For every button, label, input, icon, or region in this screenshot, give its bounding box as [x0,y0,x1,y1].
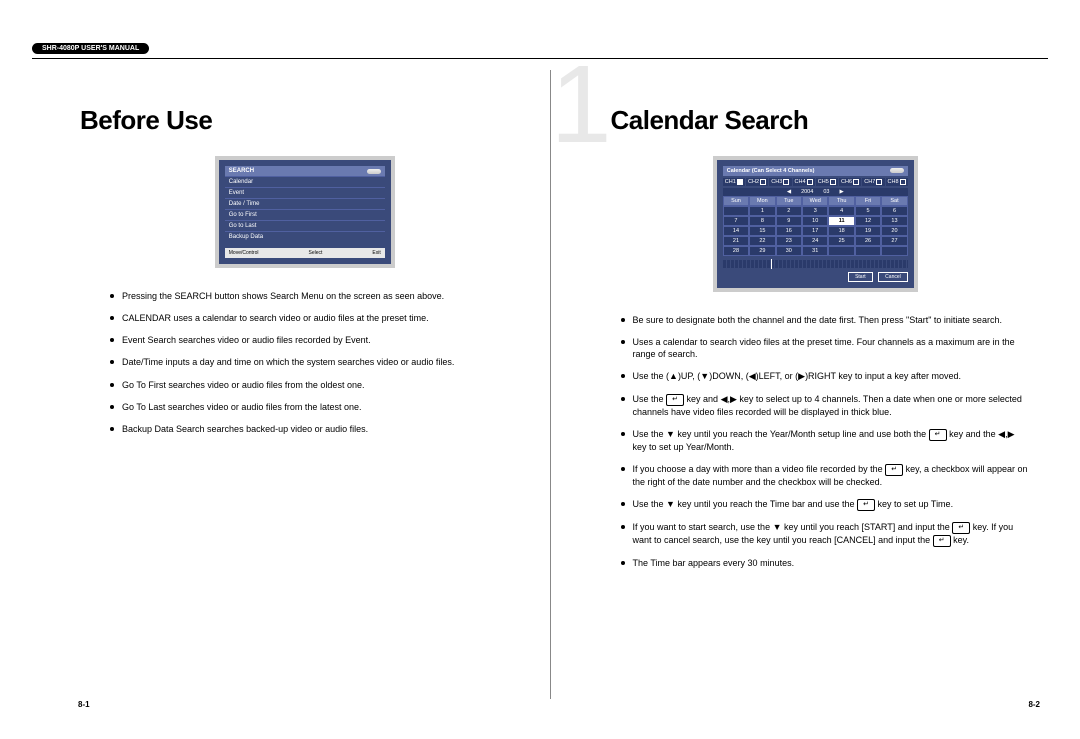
enter-key-icon: ↵ [857,499,875,511]
prev-icon: ◀ [787,189,791,195]
calendar-panel: Calendar (Can Select 4 Channels) CH1 CH2… [713,156,918,292]
next-icon: ▶ [839,189,843,195]
list-item: Event Search searches video or audio fil… [110,334,520,346]
enter-key-icon: ↵ [929,429,947,441]
enter-key-icon: ↵ [933,535,951,547]
page-number-right: 8-2 [1028,700,1040,709]
list-item: Use the ▼ key until you reach the Time b… [621,498,1031,511]
list-item: Backup Data Search searches backed-up vi… [110,423,520,435]
calendar-title: Calendar (Can Select 4 Channels) [723,166,908,176]
calendar-figure: Calendar (Can Select 4 Channels) CH1 CH2… [591,156,1041,292]
channel-row: CH1 CH2 CH3 CH4 CH5 CH6 CH7 CH8 [723,178,908,186]
menu-item: Go to First [225,209,385,220]
header-rule [32,58,1048,59]
search-menu-footer: Move/Control Select Exit [225,248,385,258]
enter-key-icon: ↵ [885,464,903,476]
list-item: Go To Last searches video or audio files… [110,401,520,413]
channel-ch6: CH6 [839,178,861,186]
time-cursor [771,259,772,269]
footer-move: Move/Control [229,250,259,256]
calendar-search-heading: Calendar Search [611,105,1041,136]
cancel-button: Cancel [878,272,908,282]
list-item: Go To First searches video or audio file… [110,379,520,391]
channel-ch5: CH5 [816,178,838,186]
calendar-grid: 1234567891011121314151617181920212223242… [723,206,908,256]
calendar-buttons: Start Cancel [723,272,908,282]
calendar-title-text: Calendar (Can Select 4 Channels) [727,168,815,174]
enter-key-icon: ↵ [666,394,684,406]
channel-ch1: CH1 [723,178,745,186]
menu-item: Calendar [225,176,385,187]
before-use-bullets: Pressing the SEARCH button shows Search … [110,290,520,435]
chapter-number: 1 [551,50,612,160]
two-column-layout: Before Use SEARCH Calendar Event Date / … [80,70,1040,699]
list-item: Pressing the SEARCH button shows Search … [110,290,520,302]
menu-item: Date / Time [225,198,385,209]
start-button: Start [848,272,873,282]
list-item: If you want to start search, use the ▼ k… [621,521,1031,547]
list-item: CALENDAR uses a calendar to search video… [110,312,520,324]
year-month-row: ◀ 2004 03 ▶ [723,188,908,196]
channel-ch4: CH4 [793,178,815,186]
menu-item: Event [225,187,385,198]
list-item: Use the ▼ key until you reach the Year/M… [621,428,1031,453]
right-column: 1 Calendar Search Calendar (Can Select 4… [550,70,1041,699]
before-use-heading: Before Use [80,105,530,136]
page-header: SHR-4080P USER'S MANUAL [32,42,1048,59]
search-menu-figure: SEARCH Calendar Event Date / Time Go to … [80,156,530,268]
list-item: Use the (▲)UP, (▼)DOWN, (◀)LEFT, or (▶)R… [621,370,1031,382]
footer-select: Select [308,250,322,256]
calendar-search-bullets: Be sure to designate both the channel an… [621,314,1031,569]
left-column: Before Use SEARCH Calendar Event Date / … [80,70,530,699]
channel-ch8: CH8 [886,178,908,186]
brand-logo [367,169,381,174]
list-item: If you choose a day with more than a vid… [621,463,1031,488]
menu-item: Backup Data [225,231,385,242]
year-value: 2004 [801,189,813,195]
list-item: Uses a calendar to search video files at… [621,336,1031,360]
list-item: Be sure to designate both the channel an… [621,314,1031,326]
menu-item: Go to Last [225,220,385,231]
enter-key-icon: ↵ [952,522,970,534]
list-item: The Time bar appears every 30 minutes. [621,557,1031,569]
page-number-left: 8-1 [78,700,90,709]
footer-exit: Exit [372,250,380,256]
search-title-text: SEARCH [229,168,254,174]
list-item: Date/Time inputs a day and time on which… [110,356,520,368]
manual-title-pill: SHR-4080P USER'S MANUAL [32,43,149,54]
channel-ch2: CH2 [746,178,768,186]
time-bar [723,260,908,268]
channel-ch7: CH7 [862,178,884,186]
channel-ch3: CH3 [769,178,791,186]
search-menu-title: SEARCH [225,166,385,176]
brand-logo [890,168,904,173]
list-item: Use the ↵ key and ◀,▶ key to select up t… [621,393,1031,418]
calendar-day-header: SunMonTueWedThuFriSat [723,196,908,206]
search-menu-panel: SEARCH Calendar Event Date / Time Go to … [215,156,395,268]
month-value: 03 [823,189,829,195]
